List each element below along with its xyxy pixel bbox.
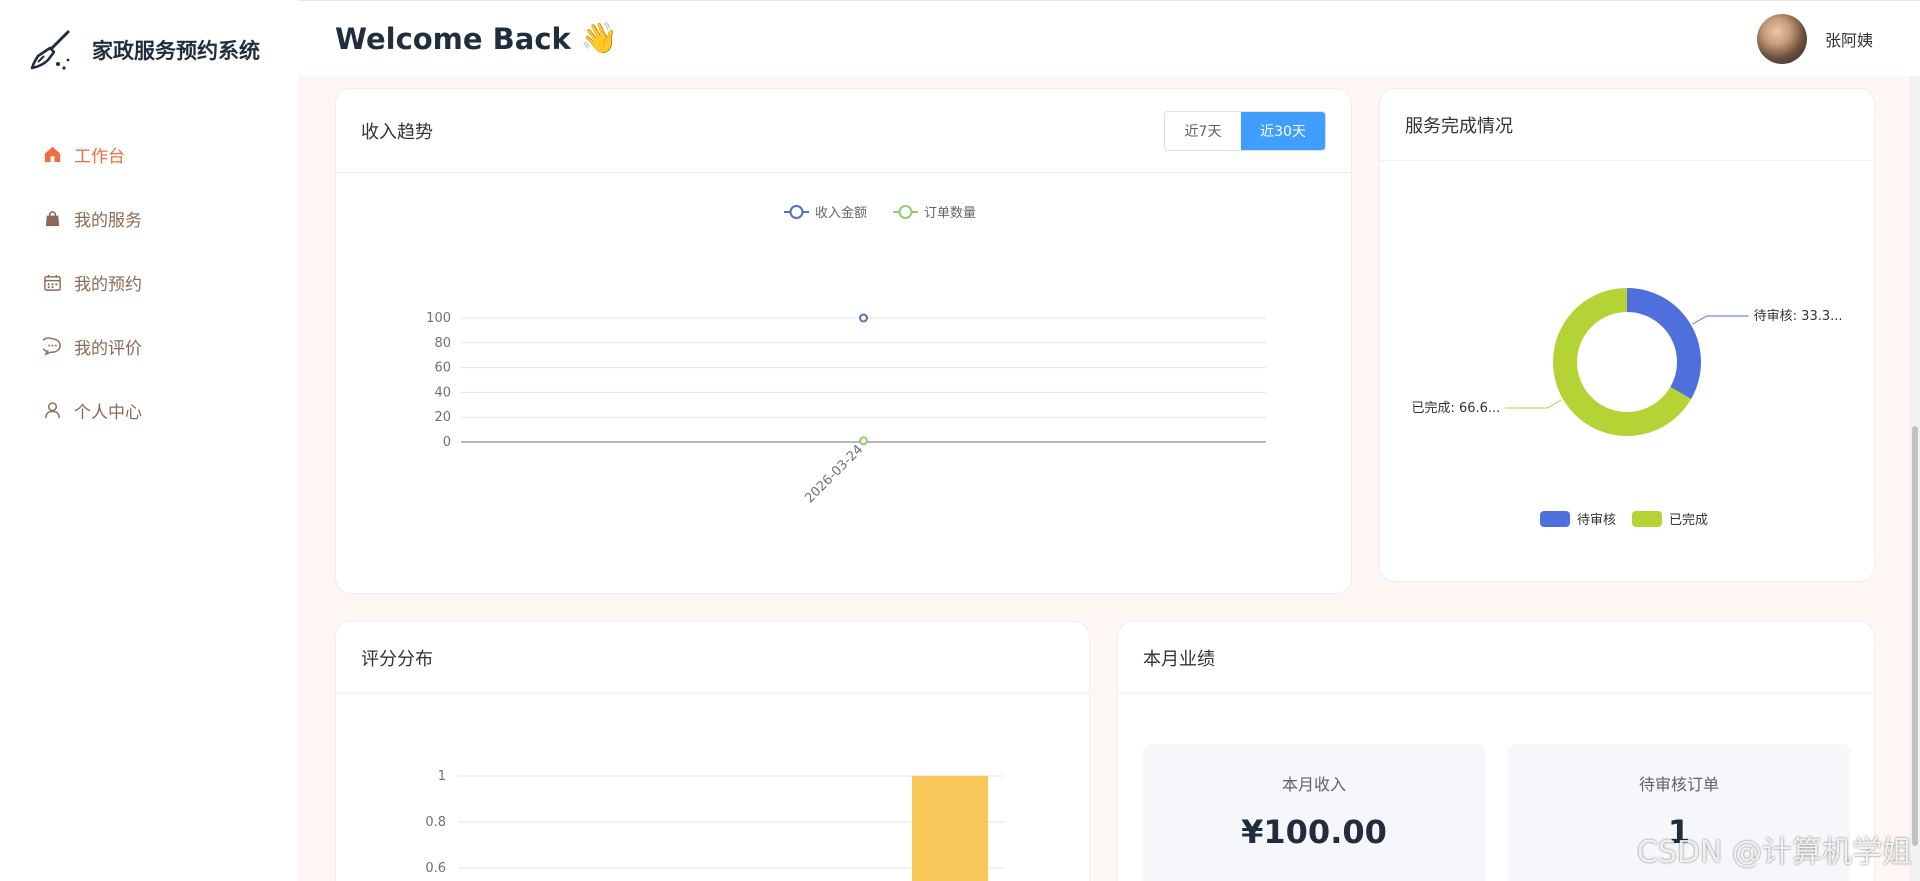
brand[interactable]: 家政服务预约系统: [28, 26, 260, 74]
range-toggle: 近7天 近30天: [1164, 111, 1326, 151]
y-tick-label: 100: [426, 311, 451, 326]
welcome-text: Welcome Back: [335, 21, 571, 56]
service-completion-card: 服务完成情况 待审核: 33.3... 已完成: 66.6... 待审核 已完成: [1379, 88, 1875, 582]
range-7d-button[interactable]: 近7天: [1165, 112, 1241, 150]
income-trend-card: 收入趋势 近7天 近30天 0 20 40 60 80 100 2026-03-24 收入金额…: [335, 88, 1352, 594]
label-leader-line: [1505, 399, 1562, 409]
user-icon: [42, 400, 62, 420]
card-title: 服务完成情况: [1405, 115, 1513, 137]
range-30d-button[interactable]: 近30天: [1241, 112, 1325, 150]
pie-slice: [1627, 288, 1701, 399]
sidebar-item-label: 工作台: [74, 146, 125, 167]
rating-distribution-card: 评分分布 0.6 0.8 1: [335, 621, 1090, 881]
x-tick-label: 2026-03-24: [802, 442, 866, 506]
home-icon: [42, 144, 62, 164]
card-title: 评分分布: [361, 648, 433, 670]
waving-hand-icon: 👋: [580, 21, 619, 56]
app-title: 家政服务预约系统: [92, 39, 260, 63]
legend-label: 收入金额: [815, 205, 867, 221]
legend-label: 订单数量: [924, 206, 976, 221]
data-point: [859, 313, 868, 323]
sidebar-item-label: 我的预约: [74, 274, 142, 295]
user-menu[interactable]: 张阿姨: [1756, 14, 1873, 64]
stat-monthly-income: 本月收入 ¥100.00: [1143, 744, 1485, 881]
sidebar-item-my-bookings[interactable]: 我的预约: [0, 250, 298, 314]
sidebar-item-profile[interactable]: 个人中心: [0, 378, 298, 442]
sidebar-item-label: 我的评价: [74, 338, 142, 359]
sidebar-item-my-reviews[interactable]: 我的评价: [0, 314, 298, 378]
y-tick-label: 0: [443, 435, 451, 450]
watermark: CSDN @计算机学姐: [1636, 835, 1912, 870]
y-tick-label: 80: [434, 336, 451, 351]
legend-marker: [789, 205, 804, 219]
y-tick-label: 40: [434, 385, 451, 400]
y-tick-label: 0.8: [425, 815, 446, 830]
sidebar-item-dashboard[interactable]: 工作台: [0, 122, 298, 186]
broom-logo-icon: [30, 30, 70, 70]
legend-swatch: [1540, 511, 1570, 527]
legend-swatch: [1632, 511, 1662, 527]
card-header: 本月业绩: [1118, 622, 1874, 694]
legend-marker: [898, 205, 913, 219]
main-content: 收入趋势 近7天 近30天 0 20 40 60 80 100 2026-03-24 收入金额…: [298, 76, 1920, 881]
user-name: 张阿姨: [1824, 31, 1873, 50]
income-line-chart: 0 20 40 60 80 100 2026-03-24 收入金额 订单数量: [426, 205, 1266, 506]
y-tick-label: 1: [438, 769, 446, 784]
page-scrollbar[interactable]: [1910, 76, 1920, 881]
card-header: 评分分布: [336, 622, 1089, 694]
legend-label: 已完成: [1669, 513, 1708, 528]
stat-label: 待审核订单: [1638, 775, 1719, 794]
chat-bubble-icon: [42, 336, 62, 356]
card-title: 本月业绩: [1143, 648, 1215, 670]
service-donut-chart: 待审核: 33.3... 已完成: 66.6... 待审核 已完成: [1411, 288, 1843, 528]
legend-label: 待审核: [1577, 513, 1616, 528]
calendar-icon: [42, 272, 62, 292]
avatar[interactable]: [1756, 14, 1807, 64]
stat-label: 本月收入: [1281, 775, 1346, 794]
bar: [912, 776, 988, 881]
page-title: Welcome Back 👋: [335, 21, 618, 56]
scrollbar-thumb[interactable]: [1912, 426, 1918, 846]
stat-value: ¥100.00: [1241, 813, 1387, 851]
card-header: 收入趋势 近7天 近30天: [336, 89, 1351, 173]
shopping-bag-icon: [42, 208, 62, 228]
sidebar: 家政服务预约系统 工作台 我的服务 我的预约 我的评价 个人中心: [0, 0, 298, 881]
y-tick-label: 20: [434, 410, 451, 425]
card-title: 收入趋势: [361, 121, 433, 143]
slice-label: 待审核: 33.3...: [1754, 309, 1843, 324]
rating-bar-chart: 0.6 0.8 1: [425, 769, 1004, 881]
card-header: 服务完成情况: [1380, 89, 1874, 161]
y-tick-label: 60: [434, 361, 451, 376]
sidebar-item-label: 个人中心: [74, 402, 142, 423]
sidebar-item-label: 我的服务: [74, 210, 142, 231]
label-leader-line: [1692, 315, 1749, 325]
slice-label: 已完成: 66.6...: [1411, 401, 1500, 416]
sidebar-item-my-services[interactable]: 我的服务: [0, 186, 298, 250]
header: Welcome Back 👋 张阿姨: [298, 0, 1920, 76]
y-tick-label: 0.6: [425, 861, 446, 876]
sidebar-menu: 工作台 我的服务 我的预约 我的评价 个人中心: [0, 122, 298, 442]
data-point: [859, 436, 868, 446]
